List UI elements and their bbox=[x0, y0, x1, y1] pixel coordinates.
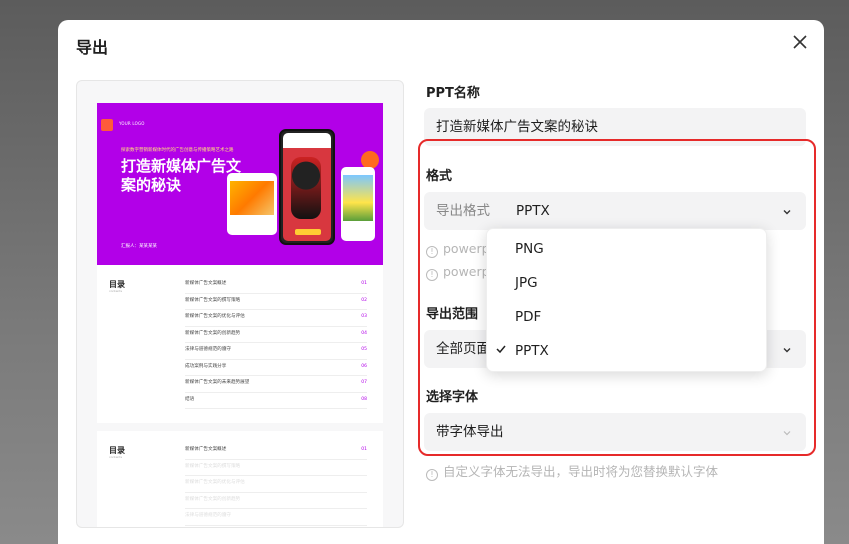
toc-item: 新媒体广告文案概述 01 bbox=[185, 277, 367, 294]
toc-slide-thumbnail: 目录 contents 新媒体广告文案概述 01 新媒体广告文案的撰写策略 新媒体… bbox=[97, 431, 383, 527]
toc-item: 法律与道德规范的遵守 05 bbox=[185, 343, 367, 360]
cover-phone-image bbox=[279, 129, 335, 245]
check-icon bbox=[495, 343, 507, 359]
toc-item: 新媒体广告文案的未来趋势展望 07 bbox=[185, 376, 367, 393]
format-dropdown-menu: PNG JPG PDF PPTX bbox=[486, 228, 767, 372]
dialog-title: 导出 bbox=[76, 38, 109, 57]
format-option-pptx[interactable]: PPTX bbox=[515, 343, 549, 359]
cover-card-image bbox=[227, 173, 277, 235]
toc-item: 新媒体广告文案的创新趋势 bbox=[185, 493, 367, 509]
format-option-pdf[interactable]: PDF bbox=[515, 309, 541, 325]
toc-item: 新媒体广告文案的优化与评估 bbox=[185, 476, 367, 493]
toc-item: 法律与道德规范的遵守 bbox=[185, 509, 367, 526]
toc-item: 新媒体广告文案的撰写策略 02 bbox=[185, 294, 367, 310]
cover-subtitle: 探索数字营销新媒体时代的广告创意与传播策略艺术之路 bbox=[121, 148, 234, 153]
toc-item: 成功案例与实践分享 06 bbox=[185, 360, 367, 376]
ppt-name-label: PPT名称 bbox=[426, 86, 480, 101]
format-option-jpg[interactable]: JPG bbox=[515, 275, 538, 291]
toc-list: 新媒体广告文案概述 01 新媒体广告文案的撰写策略 新媒体广告文案的优化与评估 新… bbox=[185, 443, 367, 526]
toc-item: 结语 08 bbox=[185, 393, 367, 409]
cover-title: 打造新媒体广告文案的秘诀 bbox=[121, 157, 242, 194]
toc-item: 新媒体广告文案的优化与评估 03 bbox=[185, 310, 367, 327]
cover-logo-text: YOUR LOGO bbox=[119, 121, 145, 126]
toc-list: 新媒体广告文案概述 01 新媒体广告文案的撰写策略 02 新媒体广告文案的优化与评估… bbox=[185, 277, 367, 409]
toc-subheading: contents bbox=[109, 455, 123, 459]
cover-slide-thumbnail: YOUR LOGO 探索数字营销新媒体时代的广告创意与传播策略艺术之路 打造新媒… bbox=[97, 103, 383, 265]
info-icon: ! bbox=[426, 469, 438, 481]
slide-preview[interactable]: YOUR LOGO 探索数字营销新媒体时代的广告创意与传播策略艺术之路 打造新媒… bbox=[76, 80, 404, 528]
logo-icon bbox=[101, 119, 113, 131]
toc-item: 新媒体广告文案的撰写策略 bbox=[185, 460, 367, 476]
toc-item: 新媒体广告文案的创新趋势 04 bbox=[185, 327, 367, 343]
toc-slide-thumbnail: 目录 contents 新媒体广告文案概述 01 新媒体广告文案的撰写策略 02 新… bbox=[97, 265, 383, 423]
toc-item: 新媒体广告文案概述 01 bbox=[185, 443, 367, 460]
cover-author: 汇报人：某某某某 bbox=[121, 244, 157, 249]
format-option-png[interactable]: PNG bbox=[515, 241, 544, 257]
cover-card-image bbox=[341, 167, 375, 241]
toc-subheading: contents bbox=[109, 289, 123, 293]
font-hint: ! 自定义字体无法导出，导出时将为您替换默认字体 bbox=[426, 461, 718, 481]
